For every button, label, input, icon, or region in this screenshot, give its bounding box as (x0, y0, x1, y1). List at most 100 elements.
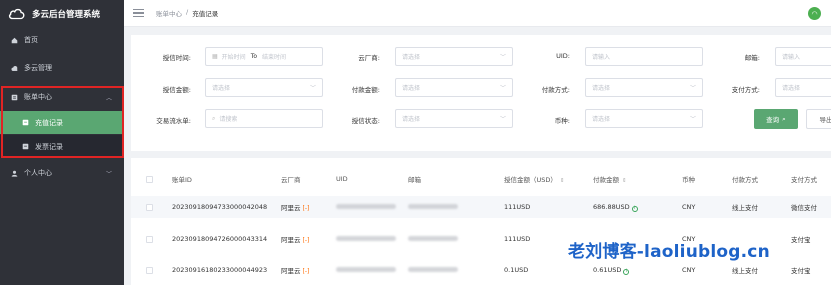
sidebar-item-label: 充值记录 (35, 118, 63, 127)
vendor-label: 云厂商: (358, 54, 380, 62)
pay-method: 线上支付 (732, 267, 758, 275)
table-row[interactable]: 20230918094733000042048 阿里云 [-] 111USD 68… (131, 196, 831, 218)
breadcrumb-parent[interactable]: 账单中心 (156, 8, 182, 18)
vendor-name: 阿里云 (281, 267, 301, 275)
col-bill-id: 账单ID (172, 176, 192, 184)
sidebar-item-label: 发票记录 (35, 142, 63, 151)
credit-amount: 111USD (504, 235, 531, 243)
credit-time-range[interactable]: ▦ 开始时间 To 结束时间 (205, 47, 323, 66)
chevron-down-icon: ﹀ (499, 54, 506, 61)
payment-method-select[interactable]: 请选择 (775, 78, 831, 97)
masked-value (336, 267, 396, 272)
row-checkbox[interactable] (146, 235, 153, 243)
serial-search-input[interactable]: ⌕ 请搜索 (205, 109, 323, 128)
uid-label: UID: (556, 52, 570, 60)
col-credit-amount[interactable]: 授信金额（USD） ⇕ (504, 174, 565, 184)
chevron-up-icon: ︿ (105, 94, 112, 102)
export-button-label: 导出 (819, 116, 831, 124)
vendor-select[interactable]: 请选择 ﹀ (395, 47, 513, 66)
export-button[interactable]: 导出 (806, 109, 831, 129)
vendor-cell: 阿里云 [-] (281, 234, 309, 244)
vendor-placeholder: 请选择 (402, 54, 421, 61)
credit-amount: 0.1USD (504, 266, 529, 274)
uid-masked (336, 235, 396, 243)
col-pay-method: 付款方式 (732, 176, 758, 184)
records-table: 账单ID 云厂商 UID 邮箱 授信金额（USD） ⇕ 付款金额 ⇕ 币种 付款方式… (131, 158, 831, 285)
col-payment-amount[interactable]: 付款金额 ⇕ (593, 174, 627, 184)
credit-amount: 111USD (504, 203, 531, 211)
sidebar-item-label: 个人中心 (24, 169, 52, 177)
sidebar-item-home[interactable]: 首页 (0, 31, 124, 49)
sidebar-subitem-recharge-records[interactable]: 充值记录 (0, 111, 124, 134)
row-checkbox[interactable] (146, 266, 153, 274)
pay-method-select[interactable]: 请选择 ﹀ (585, 78, 703, 97)
vendor-name: 阿里云 (281, 236, 301, 244)
sort-icon[interactable]: ⇕ (560, 178, 565, 184)
cloud-logo-icon (8, 8, 25, 19)
range-separator: To (250, 53, 258, 60)
end-time-placeholder: 结束时间 (262, 54, 287, 61)
email-masked (408, 266, 458, 274)
payment-amount-cell: 686.88USD i (593, 203, 638, 212)
info-icon[interactable]: i (631, 205, 638, 212)
table-row[interactable]: 20230916180233000044923 阿里云 [-] 0.1USD 0.… (131, 259, 831, 281)
start-time-placeholder: 开始时间 (221, 54, 246, 61)
masked-value (408, 236, 458, 241)
vendor-cell: 阿里云 [-] (281, 265, 309, 275)
bill-id: 20230918094733000042048 (172, 203, 268, 211)
credit-time-label: 授信时间: (162, 54, 191, 62)
select-all-checkbox[interactable] (146, 175, 153, 183)
col-email: 邮箱 (408, 176, 421, 184)
aliyun-icon: [-] (302, 237, 310, 244)
credit-status-select[interactable]: 请选择 ﹀ (395, 109, 513, 128)
app-logo[interactable]: 多云后台管理系统 (0, 0, 124, 27)
email-input[interactable]: 请输入 (775, 47, 831, 66)
menu-toggle-icon[interactable] (133, 8, 144, 18)
chevron-down-icon: ﹀ (499, 116, 506, 123)
calendar-icon: ▦ (212, 53, 218, 60)
invoice-icon (22, 143, 29, 150)
breadcrumb-separator: / (186, 8, 189, 16)
uid-input[interactable]: 请输入 (585, 47, 703, 66)
pay-method-placeholder: 请选择 (592, 85, 611, 92)
payment-method-label: 支付方式: (731, 86, 760, 94)
masked-value (336, 236, 396, 241)
row-checkbox[interactable] (146, 203, 153, 211)
query-button[interactable]: 查询 ⌕ (754, 109, 798, 129)
uid-masked (336, 203, 396, 211)
info-icon[interactable]: i (623, 268, 630, 275)
cloud-icon (11, 65, 18, 71)
credit-status-label: 授信状态: (351, 117, 380, 125)
chevron-down-icon: ﹀ (105, 170, 112, 178)
bill-icon (11, 94, 18, 100)
pay-method: 线上支付 (732, 204, 758, 212)
masked-value (408, 204, 458, 209)
chevron-down-icon: ﹀ (689, 85, 696, 92)
table-header: 账单ID 云厂商 UID 邮箱 授信金额（USD） ⇕ 付款金额 ⇕ 币种 付款方式… (131, 168, 831, 190)
email-masked (408, 235, 458, 243)
sidebar-item-multicloud[interactable]: 多云管理 (0, 59, 124, 77)
payment-method-placeholder: 请选择 (782, 85, 801, 92)
sidebar-item-personal-center[interactable]: 个人中心 ﹀ (0, 164, 124, 182)
watermark-text: 老刘博客-laoliublog.cn (568, 242, 770, 262)
col-vendor: 云厂商 (281, 176, 301, 184)
credit-amount-select[interactable]: 请选择 ﹀ (205, 78, 323, 97)
avatar[interactable]: ◠ (808, 7, 821, 20)
bill-id: 20230918094726000043314 (172, 235, 268, 243)
pay-amount-select[interactable]: 请选择 ﹀ (395, 78, 513, 97)
vendor-cell: 阿里云 [-] (281, 202, 309, 212)
search-icon: ⌕ (782, 114, 786, 123)
sidebar-subitem-invoice-records[interactable]: 发票记录 (0, 135, 124, 158)
sidebar-item-billing[interactable]: 账单中心 ︿ (0, 88, 124, 106)
uid-placeholder: 请输入 (592, 54, 611, 61)
credit-status-placeholder: 请选择 (402, 116, 421, 123)
aliyun-icon: [-] (302, 268, 310, 275)
payment-amount-cell: 0.61USD i (593, 266, 630, 275)
pay-amount-placeholder: 请选择 (402, 85, 421, 92)
currency-label: 币种: (554, 117, 570, 125)
currency-select[interactable]: 请选择 ﹀ (585, 109, 703, 128)
home-icon (11, 37, 18, 43)
sort-icon[interactable]: ⇕ (622, 178, 627, 184)
credit-amount-placeholder: 请选择 (212, 85, 231, 92)
serial-label: 交易流水单: (156, 117, 191, 125)
